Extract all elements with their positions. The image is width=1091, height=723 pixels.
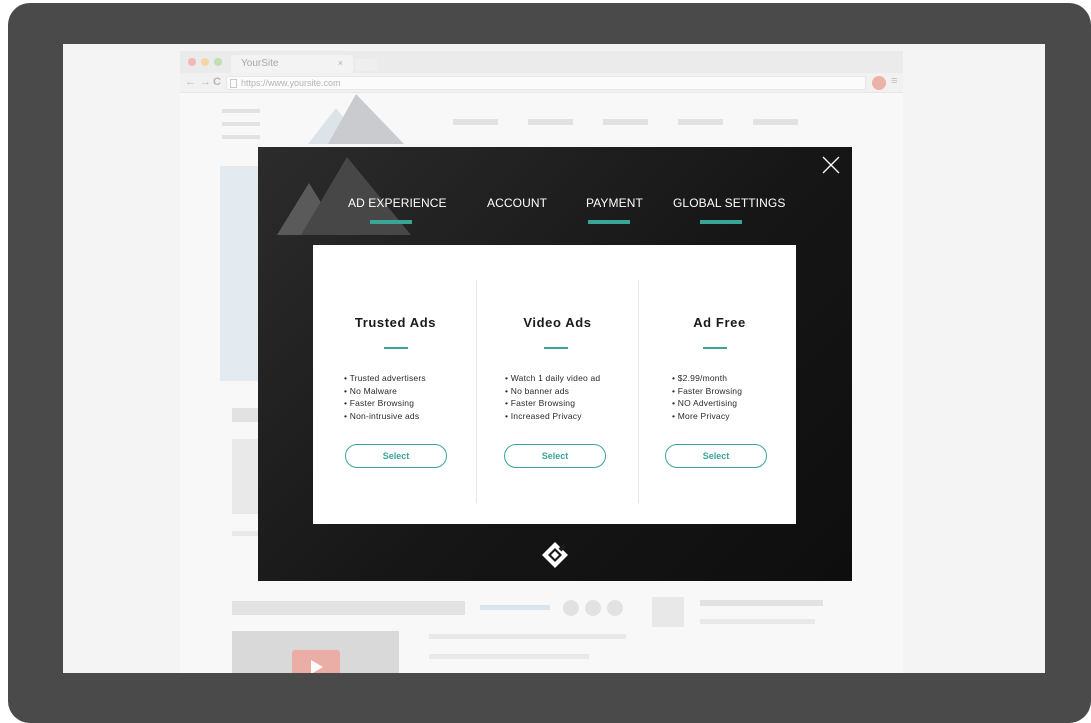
site-nav-placeholder — [753, 119, 798, 125]
plan-feature: • Trusted advertisers — [344, 373, 426, 383]
hamburger-icon-line — [222, 122, 260, 126]
plan-feature-list: • Trusted advertisers • No Malware • Fas… — [344, 372, 426, 422]
plan-title-underline — [703, 347, 727, 349]
window-maximize-dot[interactable] — [214, 58, 222, 66]
plan-title-underline — [384, 347, 408, 349]
site-dot-placeholder — [585, 600, 601, 616]
select-ad-free-button[interactable]: Select — [665, 444, 767, 468]
play-button-icon — [292, 650, 340, 673]
hamburger-icon-line — [222, 135, 260, 139]
select-video-ads-button[interactable]: Select — [504, 444, 606, 468]
plan-feature: • NO Advertising — [672, 398, 738, 409]
browser-tab-strip: YourSite × — [180, 51, 903, 73]
browser-tab[interactable]: YourSite × — [231, 55, 353, 73]
site-dot-placeholder — [607, 600, 623, 616]
site-link-placeholder — [480, 605, 550, 610]
site-text-placeholder — [429, 634, 626, 639]
plan-trusted-ads: Trusted Ads • Trusted advertisers • No M… — [315, 245, 476, 524]
plan-ad-free: Ad Free • $2.99/month • Faster Browsing … — [639, 245, 800, 524]
plan-feature: • More Privacy — [672, 410, 730, 421]
tab-account[interactable]: ACCOUNT — [487, 196, 547, 210]
site-text-placeholder — [700, 619, 815, 624]
tab-global-settings[interactable]: GLOBAL SETTINGS — [673, 196, 785, 210]
browser-address-bar: ← → C https://www.yoursite.com ≡ — [180, 73, 903, 93]
site-nav-placeholder — [603, 119, 648, 125]
tab-payment[interactable]: PAYMENT — [586, 196, 643, 210]
plan-title: Ad Free — [693, 315, 746, 330]
plan-title-underline — [544, 347, 568, 349]
forward-arrow-icon[interactable]: → — [200, 76, 211, 88]
plan-feature: • Faster Browsing — [505, 398, 576, 409]
plan-feature: • Faster Browsing — [344, 398, 415, 409]
plan-feature: • No Malware — [344, 385, 398, 396]
tab-payment-indicator — [588, 220, 630, 224]
site-nav-placeholder — [678, 119, 723, 125]
plan-feature: • Watch 1 daily video ad — [505, 373, 601, 383]
page-icon — [230, 79, 237, 88]
hamburger-icon — [222, 109, 260, 113]
back-arrow-icon[interactable]: ← — [185, 76, 196, 88]
tab-ad-experience-indicator — [370, 220, 412, 224]
settings-modal: AD EXPERIENCE ACCOUNT PAYMENT GLOBAL SET… — [258, 147, 852, 581]
plan-title: Video Ads — [523, 315, 592, 330]
adblock-extension-icon[interactable] — [872, 76, 886, 90]
tab-close-icon[interactable]: × — [338, 58, 343, 68]
plan-feature: • Non-intrusive ads — [344, 410, 420, 421]
plan-feature: • Increased Privacy — [505, 410, 582, 421]
browser-tab-title: YourSite — [241, 58, 279, 69]
window-minimize-dot[interactable] — [201, 58, 209, 66]
url-text: https://www.yoursite.com — [241, 78, 341, 88]
site-dot-placeholder — [563, 600, 579, 616]
url-input[interactable]: https://www.yoursite.com — [226, 76, 866, 90]
plan-feature-list: • Watch 1 daily video ad • No banner ads… — [505, 372, 600, 422]
site-text-placeholder — [429, 654, 589, 659]
site-thumb-placeholder — [652, 597, 684, 627]
site-bar-placeholder — [232, 601, 465, 615]
site-hero-placeholder — [220, 166, 260, 381]
site-logo-icon — [308, 94, 404, 144]
plan-feature: • No banner ads — [505, 385, 570, 396]
window-close-dot[interactable] — [188, 58, 196, 66]
tab-ad-experience[interactable]: AD EXPERIENCE — [348, 196, 447, 210]
close-icon[interactable] — [821, 155, 841, 175]
site-nav-placeholder — [453, 119, 498, 125]
site-text-placeholder — [700, 600, 823, 606]
plan-feature: • Faster Browsing — [672, 385, 743, 396]
reload-icon[interactable]: C — [213, 76, 221, 88]
brand-diamond-logo-icon — [542, 542, 568, 568]
site-nav-placeholder — [528, 119, 573, 125]
plan-video-ads: Video Ads • Watch 1 daily video ad • No … — [477, 245, 638, 524]
tab-global-settings-indicator — [700, 220, 742, 224]
plan-feature-list: • $2.99/month • Faster Browsing • NO Adv… — [672, 372, 742, 422]
new-tab-button[interactable] — [355, 59, 377, 71]
plan-card: Trusted Ads • Trusted advertisers • No M… — [313, 245, 796, 524]
plan-title: Trusted Ads — [354, 315, 437, 330]
browser-menu-icon[interactable]: ≡ — [891, 75, 897, 87]
plan-feature: • $2.99/month — [672, 373, 728, 383]
select-trusted-ads-button[interactable]: Select — [345, 444, 447, 468]
